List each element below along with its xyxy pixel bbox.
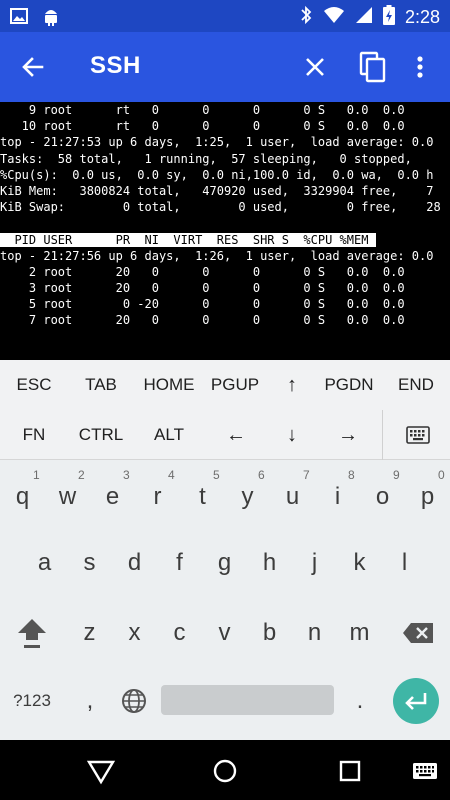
key-d[interactable]: d [112, 538, 157, 588]
battery-charging-icon [382, 5, 395, 30]
keyboard-switch-icon[interactable] [410, 756, 440, 786]
key-e[interactable]: e [90, 472, 135, 522]
terminal-line: top - 21:27:53 up 6 days, 1:25, 1 user, … [0, 135, 434, 150]
more-options-icon[interactable] [408, 52, 432, 82]
status-bar: 2:28 [0, 0, 450, 32]
key-n[interactable]: n [292, 608, 337, 658]
key-z[interactable]: z [67, 608, 112, 658]
keyboard-toggle-icon[interactable] [396, 410, 440, 460]
key-t[interactable]: t [180, 472, 225, 522]
recents-nav-icon[interactable] [335, 756, 365, 786]
key-l[interactable]: l [382, 538, 427, 588]
terminal-line: 7 root 20 0 0 0 0 S 0.0 0.0 [0, 313, 405, 328]
key-r[interactable]: r [135, 472, 180, 522]
terminal-line: Tasks: 58 total, 1 running, 57 sleeping,… [0, 151, 412, 166]
extra-keys-divider [382, 410, 383, 460]
key-p[interactable]: p [405, 472, 450, 522]
shift-key-icon[interactable] [8, 608, 56, 658]
terminal-line: KiB Swap: 0 total, 0 used, 0 free, 28 [0, 200, 441, 215]
key-k[interactable]: k [337, 538, 382, 588]
image-icon [10, 7, 28, 30]
key-c[interactable]: c [157, 608, 202, 658]
navigation-bar [0, 740, 450, 800]
pgup-key[interactable]: PGUP [204, 360, 266, 410]
key-s[interactable]: s [67, 538, 112, 588]
bluetooth-icon [299, 5, 313, 30]
end-key[interactable]: END [388, 360, 444, 410]
key-j[interactable]: j [292, 538, 337, 588]
android-icon [42, 6, 60, 31]
status-time: 2:28 [404, 7, 440, 27]
key-v[interactable]: v [202, 608, 247, 658]
fn-key[interactable]: FN [6, 410, 62, 460]
pgdn-key[interactable]: PGDN [318, 360, 380, 410]
home-nav-icon[interactable] [210, 756, 240, 786]
key-a[interactable]: a [22, 538, 67, 588]
period-key[interactable]: . [338, 676, 382, 726]
app-bar: SSH [0, 32, 450, 102]
right-arrow-key[interactable]: → [326, 410, 370, 460]
left-arrow-key[interactable]: ← [214, 410, 258, 460]
key-b[interactable]: b [247, 608, 292, 658]
signal-icon [355, 6, 373, 29]
back-nav-icon[interactable] [86, 756, 116, 786]
tab-key[interactable]: TAB [70, 360, 132, 410]
esc-key[interactable]: ESC [6, 360, 62, 410]
terminal-line: 3 root 20 0 0 0 0 S 0.0 0.0 [0, 281, 405, 296]
key-y[interactable]: y [225, 472, 270, 522]
terminal-line: 2 root 20 0 0 0 0 S 0.0 0.0 [0, 264, 405, 279]
soft-keyboard: 1 2 3 4 5 6 7 8 9 0 q w e r t y u i o p … [0, 460, 450, 740]
home-key[interactable]: HOME [138, 360, 200, 410]
alt-key[interactable]: ALT [138, 410, 200, 460]
up-arrow-key[interactable]: ↑ [270, 360, 314, 410]
ctrl-key[interactable]: CTRL [70, 410, 132, 460]
page-title: SSH [90, 52, 141, 79]
backspace-icon[interactable] [394, 608, 442, 658]
process-table-header-text: PID USER PR NI VIRT RES SHR S %CPU %MEM [0, 232, 376, 247]
space-bar[interactable] [161, 685, 334, 715]
symbols-key[interactable]: ?123 [4, 676, 60, 726]
terminal-line: 5 root 0 -20 0 0 0 S 0.0 0.0 [0, 297, 405, 312]
down-arrow-key[interactable]: ↓ [270, 410, 314, 460]
key-u[interactable]: u [270, 472, 315, 522]
globe-icon[interactable] [112, 676, 156, 726]
enter-icon[interactable] [393, 678, 439, 724]
terminal-line: top - 21:27:56 up 6 days, 1:26, 1 user, … [0, 248, 434, 263]
key-i[interactable]: i [315, 472, 360, 522]
process-table-header: PID USER PR NI VIRT RES SHR S %CPU %MEM [0, 232, 450, 248]
copy-icon[interactable] [358, 50, 388, 84]
comma-key[interactable]: , [68, 676, 112, 726]
key-x[interactable]: x [112, 608, 157, 658]
terminal-line: 9 root rt 0 0 0 0 S 0.0 0.0 [0, 103, 405, 117]
extra-keys-row-1: ESC TAB HOME PGUP ↑ PGDN END [0, 360, 450, 410]
key-o[interactable]: o [360, 472, 405, 522]
back-arrow-icon[interactable] [18, 52, 48, 82]
terminal-line: KiB Mem: 3800824 total, 470920 used, 332… [0, 183, 434, 198]
key-f[interactable]: f [157, 538, 202, 588]
terminal-line: %Cpu(s): 0.0 us, 0.0 sy, 0.0 ni,100.0 id… [0, 167, 434, 182]
close-icon[interactable] [300, 52, 330, 82]
terminal-output[interactable]: 9 root rt 0 0 0 0 S 0.0 0.0 10 root rt 0… [0, 102, 450, 360]
terminal-line: 10 root rt 0 0 0 0 S 0.0 0.0 [0, 119, 405, 134]
key-g[interactable]: g [202, 538, 247, 588]
key-w[interactable]: w [45, 472, 90, 522]
key-m[interactable]: m [337, 608, 382, 658]
wifi-icon [323, 6, 345, 29]
key-q[interactable]: q [0, 472, 45, 522]
key-h[interactable]: h [247, 538, 292, 588]
